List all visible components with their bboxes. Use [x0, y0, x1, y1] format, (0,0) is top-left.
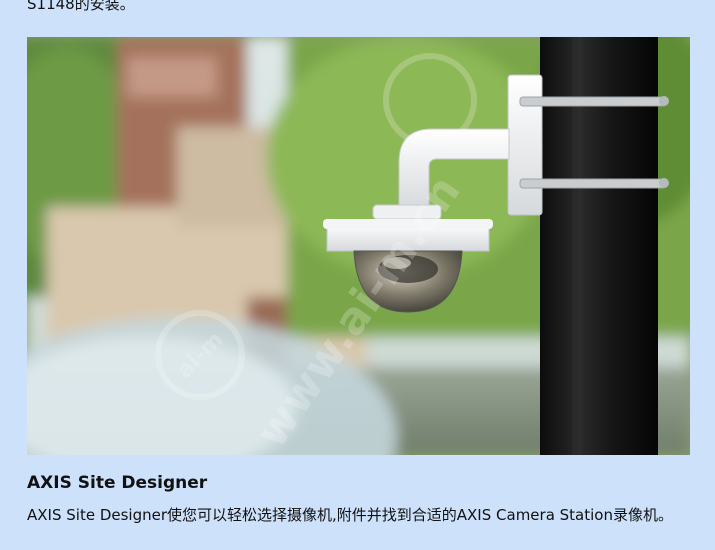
- top-paragraph-tail: S1148的安装。: [27, 0, 135, 13]
- camera-on-pole-image: [27, 37, 690, 455]
- section-body: AXIS Site Designer使您可以轻松选择摄像机,附件并找到合适的AX…: [27, 506, 673, 524]
- product-photo: [27, 37, 690, 455]
- section-title: AXIS Site Designer: [27, 473, 208, 493]
- page: S1148的安装。 AXIS Site Designer AXIS Site D…: [0, 0, 715, 550]
